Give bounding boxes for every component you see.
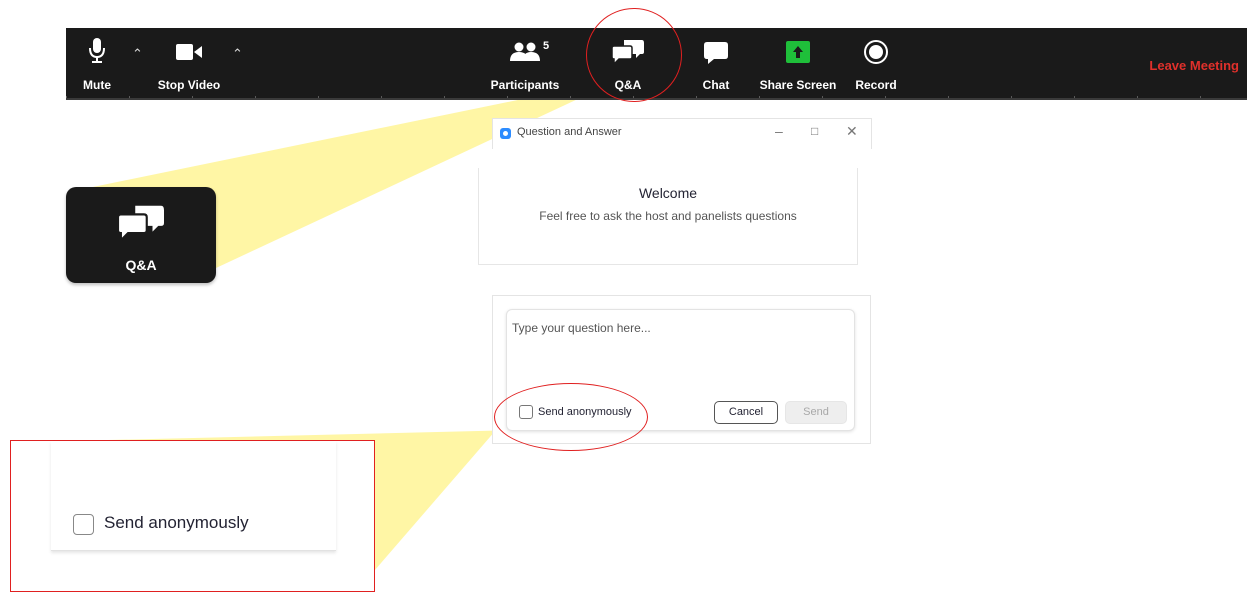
zoomed-send-anonymously-checkbox — [73, 514, 94, 535]
record-icon — [864, 40, 888, 69]
chat-bubble-icon — [704, 42, 728, 69]
zoomed-qa-chat-bubbles-icon — [116, 205, 164, 246]
leave-meeting-button[interactable]: Leave Meeting — [1149, 58, 1239, 73]
zoomed-anonymous-callout: Send anonymously — [10, 440, 375, 592]
qa-window-titlebar: Question and Answer – □ ✕ — [492, 118, 872, 149]
video-options-chevron-up-icon[interactable]: ⌃ — [232, 46, 243, 62]
qa-highlight-circle — [586, 8, 682, 102]
zoomed-qa-button: Q&A — [66, 187, 216, 283]
microphone-icon — [89, 38, 105, 69]
send-button[interactable]: Send — [785, 401, 847, 424]
participants-icon — [510, 42, 540, 67]
participants-count: 5 — [543, 40, 550, 52]
mute-label: Mute — [83, 78, 111, 92]
chat-label: Chat — [702, 78, 730, 92]
close-icon[interactable]: ✕ — [846, 123, 858, 140]
zoom-logo-icon — [500, 128, 511, 139]
share-screen-arrow-up-icon — [786, 41, 810, 68]
question-input[interactable]: Type your question here... — [512, 321, 651, 335]
share-screen-label: Share Screen — [759, 78, 837, 92]
stop-video-button[interactable]: Stop Video — [154, 28, 224, 98]
welcome-title: Welcome — [638, 185, 698, 201]
qa-window-title: Question and Answer — [517, 126, 622, 138]
share-screen-button[interactable]: Share Screen — [758, 28, 838, 98]
zoomed-send-anonymously-label: Send anonymously — [104, 513, 249, 532]
stop-video-label: Stop Video — [157, 78, 221, 92]
record-button[interactable]: Record — [846, 28, 906, 98]
chat-button[interactable]: Chat — [686, 28, 746, 98]
mute-button[interactable]: Mute — [74, 28, 120, 98]
minimize-icon[interactable]: – — [775, 123, 783, 139]
maximize-icon[interactable]: □ — [811, 124, 818, 138]
qa-welcome-panel: Welcome Feel free to ask the host and pa… — [478, 168, 858, 265]
welcome-subtitle: Feel free to ask the host and panelists … — [539, 209, 797, 223]
cancel-button[interactable]: Cancel — [714, 401, 778, 424]
audio-options-chevron-up-icon[interactable]: ⌃ — [132, 46, 143, 62]
anonymous-highlight-circle — [494, 383, 648, 451]
zoomed-qa-label: Q&A — [125, 257, 157, 273]
zoomed-compose-card — [51, 441, 336, 551]
video-camera-icon — [176, 44, 202, 65]
participants-button[interactable]: 5 Participants — [490, 28, 560, 98]
participants-label: Participants — [490, 78, 560, 92]
record-label: Record — [855, 78, 897, 92]
